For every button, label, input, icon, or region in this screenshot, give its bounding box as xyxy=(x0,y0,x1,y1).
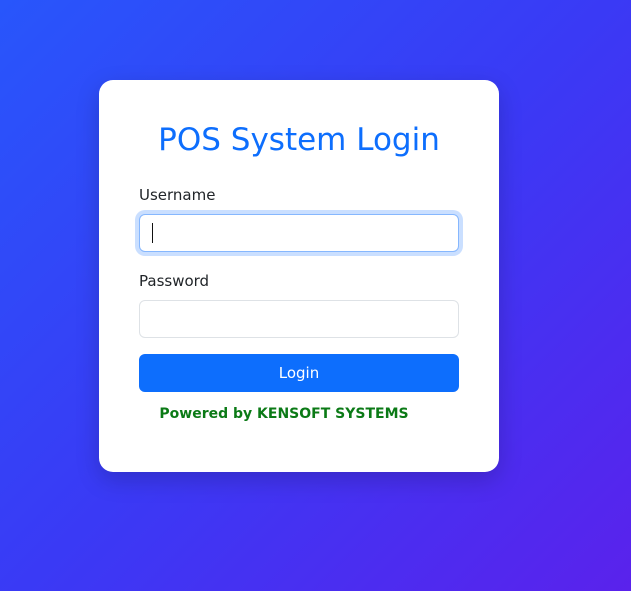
username-label: Username xyxy=(139,186,216,204)
login-page: { "login": { "title": "POS System Login"… xyxy=(0,0,631,591)
page-title: POS System Login xyxy=(158,122,440,158)
password-label: Password xyxy=(139,272,210,290)
username-input[interactable] xyxy=(139,214,459,252)
login-card: POS System Login Username Password Login… xyxy=(99,80,499,472)
text-cursor xyxy=(152,223,153,243)
login-button[interactable]: Login xyxy=(139,354,459,392)
password-input[interactable] xyxy=(139,300,459,338)
powered-by-text: Powered by KENSOFT SYSTEMS xyxy=(159,406,409,422)
